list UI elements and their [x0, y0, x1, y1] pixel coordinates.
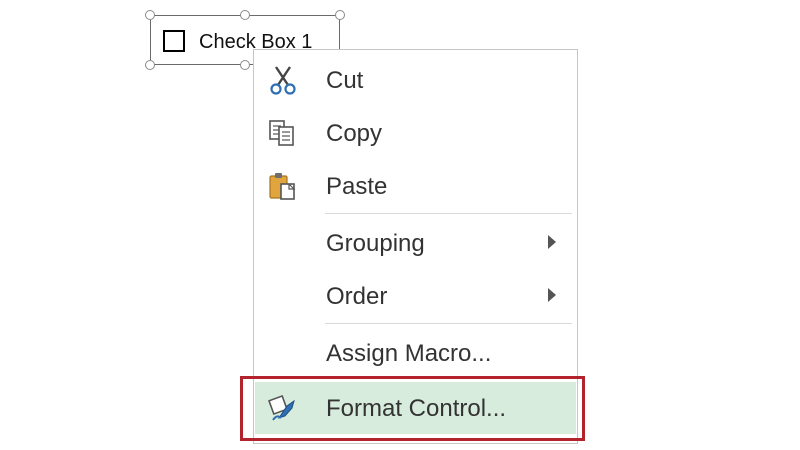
menu-item-assign-macro[interactable]: Assign Macro...	[255, 327, 576, 379]
resize-handle-bottom-middle[interactable]	[240, 60, 250, 70]
menu-item-order[interactable]: Order	[255, 270, 576, 322]
resize-handle-bottom-left[interactable]	[145, 60, 155, 70]
resize-handle-top-left[interactable]	[145, 10, 155, 20]
menu-item-label: Copy	[326, 120, 383, 147]
paste-icon	[269, 173, 296, 200]
menu-item-cut[interactable]: Cut	[255, 54, 576, 106]
resize-handle-top-middle[interactable]	[240, 10, 250, 20]
resize-handle-top-right[interactable]	[335, 10, 345, 20]
submenu-arrow-icon	[548, 235, 556, 249]
menu-item-label: Order	[326, 283, 388, 310]
submenu-arrow-icon	[548, 288, 556, 302]
menu-item-label: Cut	[326, 67, 364, 94]
menu-separator	[325, 213, 572, 214]
menu-item-paste[interactable]: Paste	[255, 160, 576, 212]
menu-item-label: Paste	[326, 173, 388, 200]
menu-item-grouping[interactable]: Grouping	[255, 217, 576, 269]
callout-highlight-box	[240, 376, 585, 441]
menu-item-label: Assign Macro...	[326, 340, 492, 367]
menu-item-label: Grouping	[326, 230, 425, 257]
menu-item-copy[interactable]: Copy	[255, 107, 576, 159]
copy-icon	[269, 120, 294, 146]
scissors-icon	[270, 66, 296, 95]
checkbox-square-icon[interactable]	[163, 30, 185, 52]
menu-separator	[325, 323, 572, 324]
